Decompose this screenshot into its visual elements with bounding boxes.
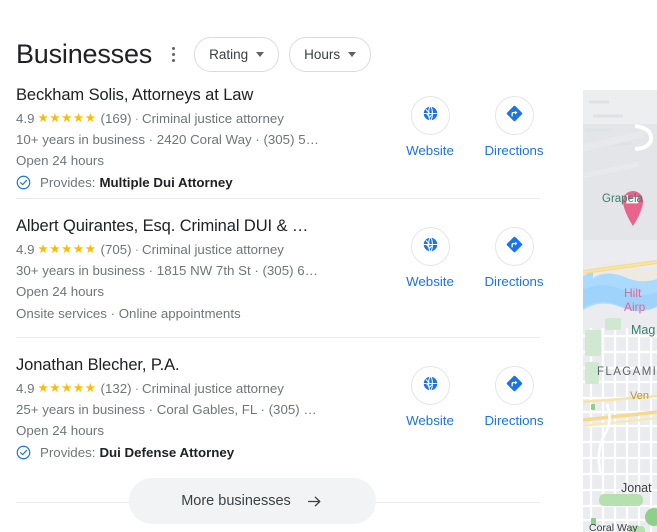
provides-label: Provides:: [40, 445, 96, 460]
review-count: (705): [100, 242, 132, 257]
website-icon-circle: [410, 227, 450, 266]
business-name[interactable]: Beckham Solis, Attorneys at Law: [16, 84, 376, 106]
business-hours: Open 24 hours: [16, 284, 104, 299]
website-button[interactable]: Website: [402, 227, 458, 290]
directions-diamond-icon: [505, 235, 524, 259]
directions-diamond-icon: [505, 104, 524, 128]
list-item[interactable]: Albert Quirantes, Esq. Criminal DUI & … …: [0, 199, 575, 329]
directions-icon-circle: [494, 227, 534, 266]
website-button[interactable]: Website: [402, 96, 458, 159]
filter-chip-label: Hours: [304, 46, 341, 62]
business-details: 25+ years in business · Coral Gables, FL…: [16, 402, 317, 417]
provides-label: Provides:: [40, 175, 96, 190]
business-category: Criminal justice attorney: [142, 381, 284, 396]
business-rating-row: 4.9 ★★★★★ (132) · Criminal justice attor…: [16, 378, 376, 399]
business-hours: Open 24 hours: [16, 153, 104, 168]
directions-button[interactable]: Directions: [484, 227, 544, 290]
separator-dot: ·: [134, 381, 140, 396]
more-businesses-label: More businesses: [181, 493, 291, 509]
business-category: Criminal justice attorney: [142, 111, 284, 126]
website-icon-circle: [410, 96, 450, 135]
provides-value: Multiple Dui Attorney: [99, 175, 233, 190]
kebab-dot: [171, 52, 175, 56]
website-button[interactable]: Website: [402, 366, 458, 429]
review-count: (132): [100, 381, 132, 396]
business-actions: Website Directions: [402, 80, 544, 159]
business-info: Beckham Solis, Attorneys at Law 4.9 ★★★★…: [16, 80, 376, 193]
filter-chip-hours[interactable]: Hours: [289, 36, 372, 72]
business-services: Onsite services · Online appointments: [16, 306, 241, 321]
directions-button[interactable]: Directions: [484, 96, 544, 159]
directions-label: Directions: [484, 274, 544, 289]
business-actions: Website Directions: [402, 211, 544, 290]
business-details: 30+ years in business · 1815 NW 7th St ·…: [16, 263, 318, 278]
business-info: Albert Quirantes, Esq. Criminal DUI & … …: [16, 211, 376, 324]
separator-dot: ·: [134, 111, 140, 126]
directions-button[interactable]: Directions: [484, 366, 544, 429]
directions-icon-circle: [494, 366, 534, 405]
business-info: Jonathan Blecher, P.A. 4.9 ★★★★★ (132) ·…: [16, 350, 376, 463]
globe-icon: [421, 235, 440, 259]
chevron-down-icon: [256, 51, 265, 57]
website-icon-circle: [410, 366, 450, 405]
verified-check-icon: [16, 445, 31, 460]
kebab-menu-icon[interactable]: [161, 39, 185, 69]
business-name[interactable]: Jonathan Blecher, P.A.: [16, 354, 376, 376]
arrow-right-icon: [305, 492, 324, 511]
rating-value: 4.9: [16, 111, 35, 126]
kebab-dot: [171, 58, 175, 62]
business-provides: Provides: Multiple Dui Attorney: [16, 172, 376, 193]
kebab-dot: [171, 46, 175, 50]
rating-value: 4.9: [16, 242, 35, 257]
business-category: Criminal justice attorney: [142, 242, 284, 257]
separator-dot: ·: [134, 242, 140, 257]
chevron-down-icon: [348, 51, 357, 57]
filter-chip-label: Rating: [209, 46, 249, 62]
business-list: Beckham Solis, Attorneys at Law 4.9 ★★★★…: [0, 80, 575, 526]
star-rating-icon: ★★★★★: [37, 242, 97, 256]
filter-chips: Rating Hours: [194, 36, 372, 72]
business-provides: Provides: Dui Defense Attorney: [16, 442, 376, 463]
star-rating-icon: ★★★★★: [37, 381, 97, 395]
map-panel[interactable]: Grapela Hilt Airp Mag FLAGAMI Ven Jonat …: [583, 90, 657, 532]
results-column: Businesses Rating Hours Beckham Solis, A…: [0, 0, 575, 532]
review-count: (169): [100, 111, 132, 126]
more-businesses-button[interactable]: More businesses: [129, 478, 376, 524]
website-label: Website: [406, 274, 454, 289]
results-header: Businesses Rating Hours: [0, 0, 575, 74]
rating-value: 4.9: [16, 381, 35, 396]
verified-check-icon: [16, 175, 31, 190]
page-title: Businesses: [16, 39, 153, 69]
directions-icon-circle: [494, 96, 534, 135]
globe-icon: [421, 104, 440, 128]
list-item[interactable]: Beckham Solis, Attorneys at Law 4.9 ★★★★…: [0, 80, 575, 198]
business-name[interactable]: Albert Quirantes, Esq. Criminal DUI & …: [16, 215, 376, 237]
filter-chip-rating[interactable]: Rating: [194, 36, 280, 72]
business-details: 10+ years in business · 2420 Coral Way ·…: [16, 132, 319, 147]
website-label: Website: [406, 143, 454, 158]
provides-value: Dui Defense Attorney: [99, 445, 235, 460]
more-businesses-section: More businesses: [0, 478, 575, 526]
directions-label: Directions: [484, 143, 544, 158]
business-hours: Open 24 hours: [16, 423, 104, 438]
local-results-page: Businesses Rating Hours Beckham Solis, A…: [0, 0, 657, 532]
star-rating-icon: ★★★★★: [37, 111, 97, 125]
business-rating-row: 4.9 ★★★★★ (169) · Criminal justice attor…: [16, 108, 376, 129]
directions-label: Directions: [484, 413, 544, 428]
business-actions: Website Directions: [402, 350, 544, 429]
directions-diamond-icon: [505, 374, 524, 398]
website-label: Website: [406, 413, 454, 428]
business-rating-row: 4.9 ★★★★★ (705) · Criminal justice attor…: [16, 239, 376, 260]
globe-icon: [421, 374, 440, 398]
list-item[interactable]: Jonathan Blecher, P.A. 4.9 ★★★★★ (132) ·…: [0, 338, 575, 468]
